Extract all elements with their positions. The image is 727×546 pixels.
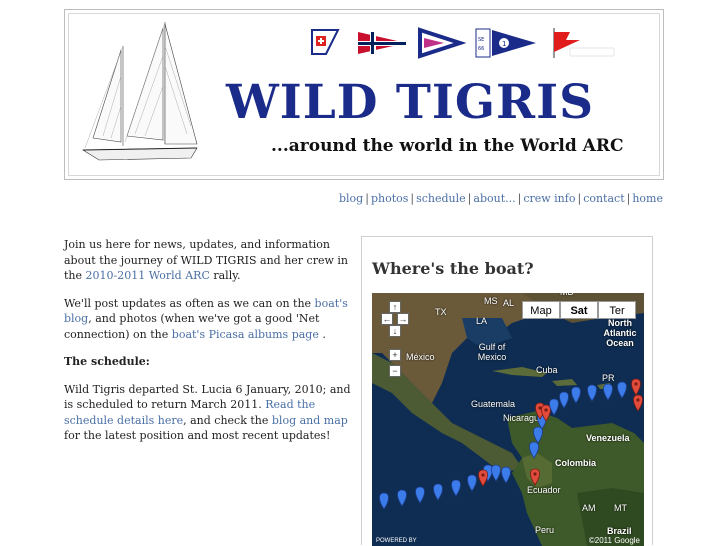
svg-text:SE: SE bbox=[478, 37, 484, 43]
pan-left-icon[interactable]: ← bbox=[381, 313, 393, 325]
map-marker-icon[interactable] bbox=[571, 386, 581, 404]
map-marker-icon[interactable] bbox=[633, 394, 643, 412]
schedule-heading: The schedule: bbox=[64, 355, 150, 368]
yacht-icon bbox=[81, 21, 198, 161]
map-marker-icon[interactable] bbox=[529, 441, 539, 459]
svg-text:1: 1 bbox=[502, 40, 506, 48]
map-marker-icon[interactable] bbox=[587, 384, 597, 402]
flags-banner: SE 66 1 bbox=[311, 27, 615, 59]
svg-text:66: 66 bbox=[478, 46, 484, 52]
map-marker-icon[interactable] bbox=[603, 383, 613, 401]
pennant-icon: SE 66 bbox=[475, 28, 491, 58]
nav-home[interactable]: home bbox=[632, 192, 663, 205]
map-marker-icon[interactable] bbox=[433, 483, 443, 501]
zoom-in-icon[interactable]: + bbox=[389, 349, 401, 361]
map-type-map-button[interactable]: Map bbox=[522, 301, 560, 319]
nav-separator: | bbox=[467, 192, 472, 205]
map-marker-icon[interactable] bbox=[478, 469, 488, 487]
map-marker-icon[interactable] bbox=[467, 474, 477, 492]
map-marker-icon[interactable] bbox=[415, 486, 425, 504]
pennant-icon bbox=[418, 27, 467, 59]
nav-about[interactable]: about... bbox=[473, 192, 515, 205]
pan-up-icon[interactable]: ↑ bbox=[389, 301, 401, 313]
main-content: Join us here for news, updates, and info… bbox=[64, 237, 354, 456]
nav-separator: | bbox=[410, 192, 415, 205]
powered-by-google: POWERED BY bbox=[376, 538, 417, 544]
updates-paragraph: We'll post updates as often as we can on… bbox=[64, 296, 348, 341]
map-marker-icon[interactable] bbox=[397, 489, 407, 507]
nav-contact[interactable]: contact bbox=[583, 192, 624, 205]
map-marker-icon[interactable] bbox=[617, 381, 627, 399]
nav-photos[interactable]: photos bbox=[371, 192, 408, 205]
map-type-ter-button[interactable]: Ter bbox=[598, 301, 636, 319]
map-copyright: ©2011 Google bbox=[588, 536, 640, 545]
map-marker-icon[interactable] bbox=[491, 464, 501, 482]
site-title: WILD TIGRIS bbox=[225, 75, 595, 130]
nav-schedule[interactable]: schedule bbox=[416, 192, 466, 205]
map-marker-icon[interactable] bbox=[631, 378, 641, 396]
map-panel: Where's the boat? MS AL TX LA MD México … bbox=[361, 236, 653, 546]
club-flag-icon bbox=[311, 29, 340, 55]
map-marker-icon[interactable] bbox=[533, 426, 543, 444]
map-heading: Where's the boat? bbox=[372, 259, 534, 278]
zoom-out-icon[interactable]: − bbox=[389, 365, 401, 377]
map-marker-icon[interactable] bbox=[501, 466, 511, 484]
intro-paragraph: Join us here for news, updates, and info… bbox=[64, 238, 348, 282]
top-nav: blog | photos | schedule | about... | crew info |… bbox=[339, 192, 663, 205]
pennant-icon: 1 bbox=[492, 30, 536, 56]
nav-separator: | bbox=[626, 192, 631, 205]
route-markers bbox=[379, 378, 643, 510]
satellite-map[interactable]: MS AL TX LA MD México Gulf of Mexico Cub… bbox=[372, 293, 644, 546]
map-marker-icon[interactable] bbox=[451, 479, 461, 497]
map-marker-icon[interactable] bbox=[559, 391, 569, 409]
blog-and-map-link[interactable]: blog and map bbox=[272, 414, 348, 427]
pan-down-icon[interactable]: ↓ bbox=[389, 325, 401, 337]
nav-separator: | bbox=[365, 192, 369, 205]
map-type-sat-button[interactable]: Sat bbox=[560, 301, 598, 319]
site-header: SE 66 1 WILD TIGRIS ...around the world … bbox=[64, 9, 664, 180]
picasa-albums-link[interactable]: boat's Picasa albums page bbox=[172, 328, 319, 341]
nav-blog[interactable]: blog bbox=[339, 192, 363, 205]
nav-separator: | bbox=[577, 192, 582, 205]
nav-separator: | bbox=[517, 192, 522, 205]
world-arc-link[interactable]: 2010-2011 World ARC bbox=[86, 269, 210, 282]
norway-flag-icon bbox=[358, 32, 406, 54]
red-pennant-icon bbox=[553, 28, 615, 58]
map-marker-icon[interactable] bbox=[530, 468, 540, 486]
map-marker-icon[interactable] bbox=[549, 398, 559, 416]
pan-right-icon[interactable]: → bbox=[397, 313, 409, 325]
site-tagline: ...around the world in the World ARC bbox=[271, 136, 624, 156]
map-marker-icon[interactable] bbox=[379, 492, 389, 510]
nav-crew-info[interactable]: crew info bbox=[523, 192, 575, 205]
schedule-paragraph: Wild Tigris departed St. Lucia 6 January… bbox=[64, 382, 351, 443]
